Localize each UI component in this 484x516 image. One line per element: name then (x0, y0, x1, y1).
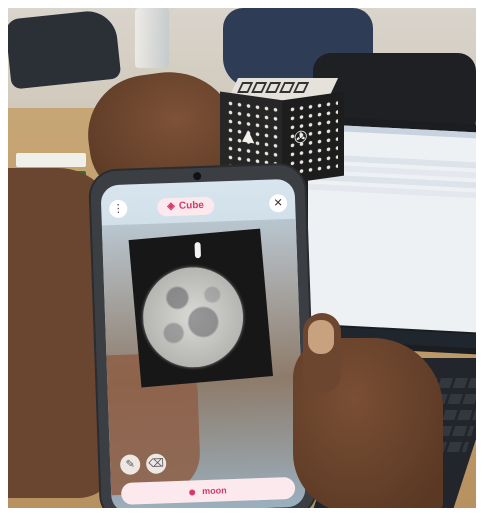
app-top-bar: ⋮ ◈ Cube ✕ (101, 191, 296, 224)
bottle (135, 8, 169, 68)
cube-icon: ◈ (167, 200, 176, 213)
phone-screen: ⋮ ◈ Cube ✕ ✎ ⌫ moon (100, 178, 306, 508)
cube-marker-squares (237, 82, 310, 93)
more-vertical-icon[interactable]: ⋮ (108, 199, 128, 219)
thumb-nail (308, 320, 334, 354)
photo: ▲ ✇ ⋮ ◈ Cube ✕ ✎ ⌫ moon (8, 8, 476, 508)
app-title: Cube (178, 199, 205, 212)
phone: ⋮ ◈ Cube ✕ ✎ ⌫ moon (89, 164, 317, 508)
front-camera (193, 171, 202, 181)
model-label: moon (201, 485, 227, 497)
mercedes-star-icon: ✇ (294, 126, 308, 148)
marker-square (293, 82, 310, 93)
close-icon[interactable]: ✕ (268, 193, 288, 213)
book (16, 153, 86, 167)
triangle-icon: ▲ (242, 124, 255, 146)
record-dot-icon (189, 488, 196, 496)
bag (8, 8, 122, 90)
drag-handle[interactable] (194, 242, 202, 259)
app-title-pill: ◈ Cube (156, 196, 215, 217)
